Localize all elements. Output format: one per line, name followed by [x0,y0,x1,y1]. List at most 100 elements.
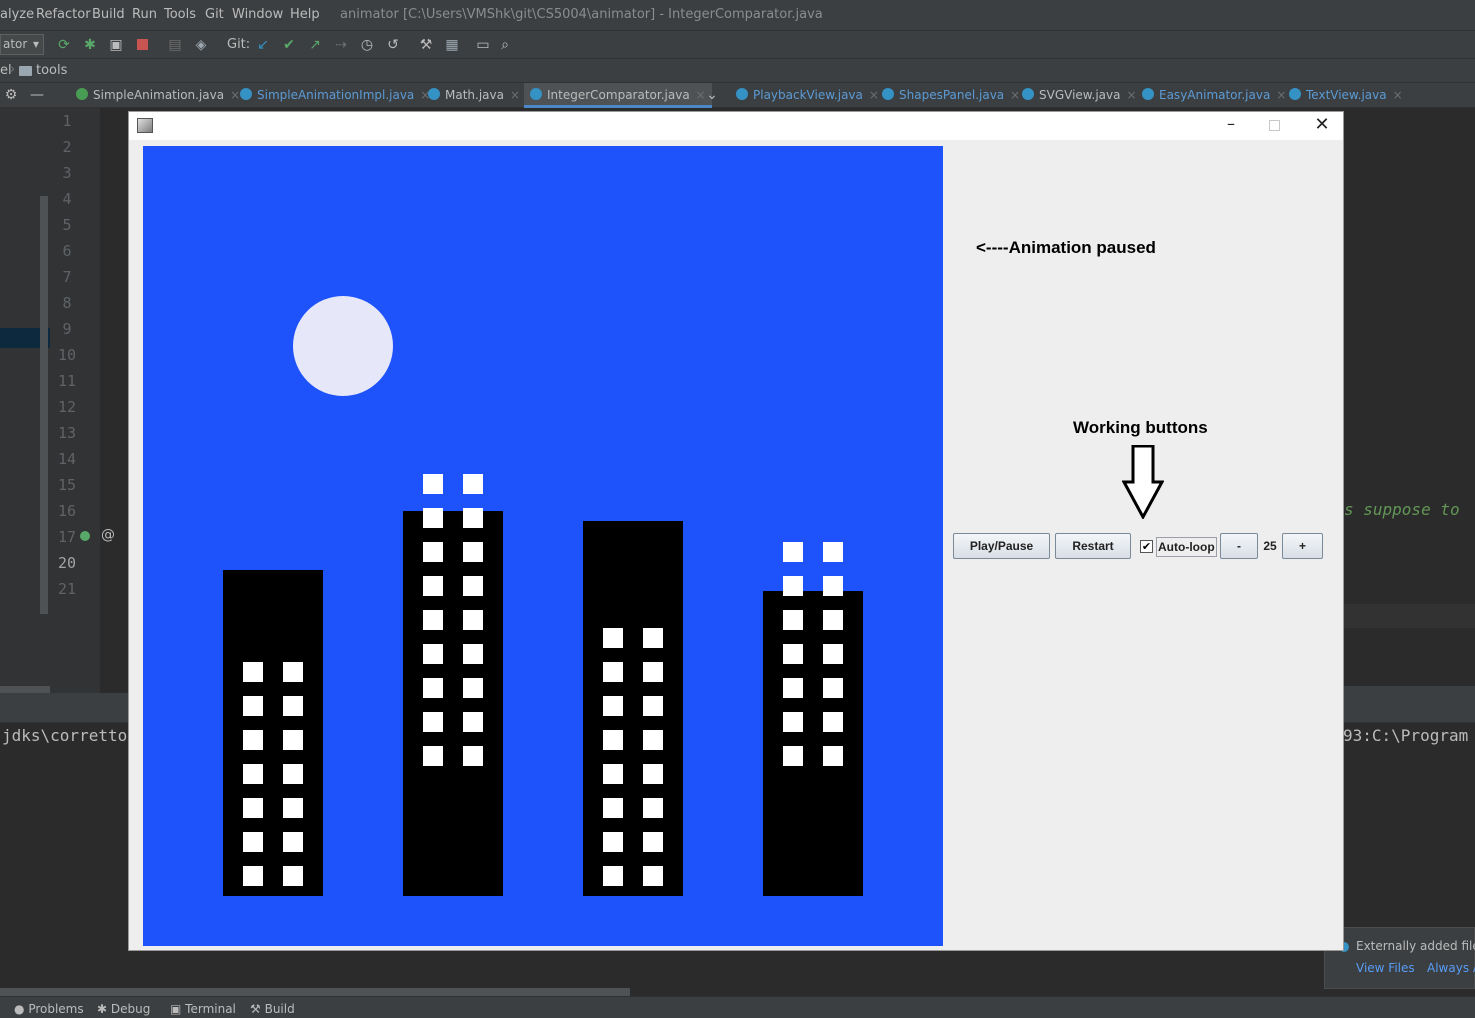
chevron-down-icon[interactable]: ⌄ [703,86,721,104]
run-config-select[interactable]: ator ▾ [0,34,44,55]
editor-bottom-strip [1344,686,1475,693]
history-icon[interactable]: ◷ [358,36,376,54]
menu-tools[interactable]: Tools [164,7,196,22]
tab-build[interactable]: ⚒ Build [250,1002,295,1016]
tab-integercomparator[interactable]: IntegerComparator.java × [524,83,712,108]
tab-terminal[interactable]: ▣ Terminal [170,1002,236,1016]
ide-window-title: animator [C:\Users\VMShk\git\CS5004\anim… [340,7,823,22]
building-window [243,764,263,784]
restart-button[interactable]: Restart [1055,533,1131,559]
tool-window-bar: ● Problems ✱ Debug ▣ Terminal ⚒ Build [0,996,1475,1018]
maximize-icon[interactable] [1269,120,1280,131]
building-window [283,696,303,716]
line-number: 3 [62,164,72,182]
building-window [643,798,663,818]
building-window [283,662,303,682]
auto-loop-label[interactable]: Auto-loop [1156,537,1217,557]
building-window [423,712,443,732]
building-window [423,610,443,630]
rerun-icon[interactable]: ⟳ [55,36,73,54]
tab-math[interactable]: Math.java × [422,83,526,108]
menu-refactor[interactable]: Refactor [36,7,91,22]
git-push-icon[interactable]: ↗ [306,36,324,54]
tab-simpleanimation[interactable]: SimpleAnimation.java × [70,83,246,108]
terminal-icon: ▣ [170,1002,182,1016]
stop-icon[interactable] [133,36,151,54]
menu-run[interactable]: Run [132,7,157,22]
building-window [423,746,443,766]
window-title-bar[interactable]: – ✕ [129,112,1343,140]
speed-decrease-button[interactable]: - [1220,533,1258,559]
building-window [463,576,483,596]
git-merge-icon[interactable]: ⇢ [332,36,350,54]
class-icon [1289,88,1301,100]
coverage-icon[interactable]: ▣ [107,36,125,54]
breadcrumb-folder[interactable]: tools [36,63,67,78]
tab-playbackview[interactable]: PlaybackView.java × [730,83,885,108]
building-window [643,628,663,648]
tab-shapespanel[interactable]: ShapesPanel.java × [876,83,1026,108]
wrench-icon[interactable]: ⚒ [417,36,435,54]
building-window [463,712,483,732]
console-scrollbar[interactable] [0,988,630,996]
building-window [603,628,623,648]
down-arrow-icon [1122,445,1164,519]
rollback-icon[interactable]: ↺ [384,36,402,54]
tab-textview[interactable]: TextView.java × [1283,83,1409,108]
minimize-icon[interactable]: – [1223,114,1239,133]
close-icon[interactable]: × [1393,88,1403,102]
building-window [463,678,483,698]
close-icon[interactable]: ✕ [1313,114,1331,135]
building-window [423,508,443,528]
editor-tab-bar: ⚙ — SimpleAnimation.java × SimpleAnimatio… [0,82,1475,108]
class-icon [240,88,252,100]
auto-loop-checkbox[interactable]: ✔ [1140,540,1153,553]
tab-debug[interactable]: ✱ Debug [97,1002,150,1016]
git-commit-icon[interactable]: ✔ [280,36,298,54]
line-number: 7 [62,268,72,286]
building-window [823,678,843,698]
menu-help[interactable]: Help [290,7,320,22]
tab-simpleanimationimpl[interactable]: SimpleAnimationImpl.java × [234,83,436,108]
menu-window[interactable]: Window [232,7,283,22]
git-update-icon[interactable]: ↙ [254,36,272,54]
menu-analyze[interactable]: alyze [0,7,34,22]
run-config-label: ator [3,37,28,51]
building-window [823,610,843,630]
debug-icon: ✱ [97,1002,108,1016]
tab-easyanimator[interactable]: EasyAnimator.java × [1136,83,1292,108]
building-window [783,678,803,698]
play-pause-button[interactable]: Play/Pause [953,533,1050,559]
view-files-link[interactable]: View Files [1356,961,1415,975]
implementation-marker-icon[interactable] [80,531,90,541]
minimize-panel-icon[interactable]: — [28,86,46,104]
tab-svgview[interactable]: SVGView.java × [1016,83,1143,108]
java-app-icon [137,118,153,133]
tab-label: Build [264,1002,295,1016]
always-add-link[interactable]: Always Ad [1427,961,1475,975]
build-artifact-icon[interactable]: ▤ [166,36,184,54]
project-structure-icon[interactable]: ▦ [443,36,461,54]
sdk-icon[interactable]: ◈ [192,36,210,54]
building-shape [763,591,863,896]
tab-label: TextView.java [1306,88,1387,102]
building-window [283,764,303,784]
scrollbar[interactable] [40,196,48,614]
class-icon [736,88,748,100]
building-window [643,662,663,682]
close-icon[interactable]: × [510,88,520,102]
search-icon[interactable]: ⌕ [496,36,514,54]
building-window [463,746,483,766]
speed-increase-button[interactable]: + [1282,533,1323,559]
menu-build[interactable]: Build [92,7,125,22]
presentation-icon[interactable]: ▭ [474,36,492,54]
tab-problems[interactable]: ● Problems [14,1002,84,1016]
building-window [283,866,303,886]
line-number: 2 [62,138,72,156]
line-number: 8 [62,294,72,312]
horizontal-scrollbar[interactable] [0,686,50,693]
line-number: 5 [62,216,72,234]
debug-icon[interactable]: ✱ [81,36,99,54]
gear-icon[interactable]: ⚙ [2,86,20,104]
menu-git[interactable]: Git [205,7,224,22]
